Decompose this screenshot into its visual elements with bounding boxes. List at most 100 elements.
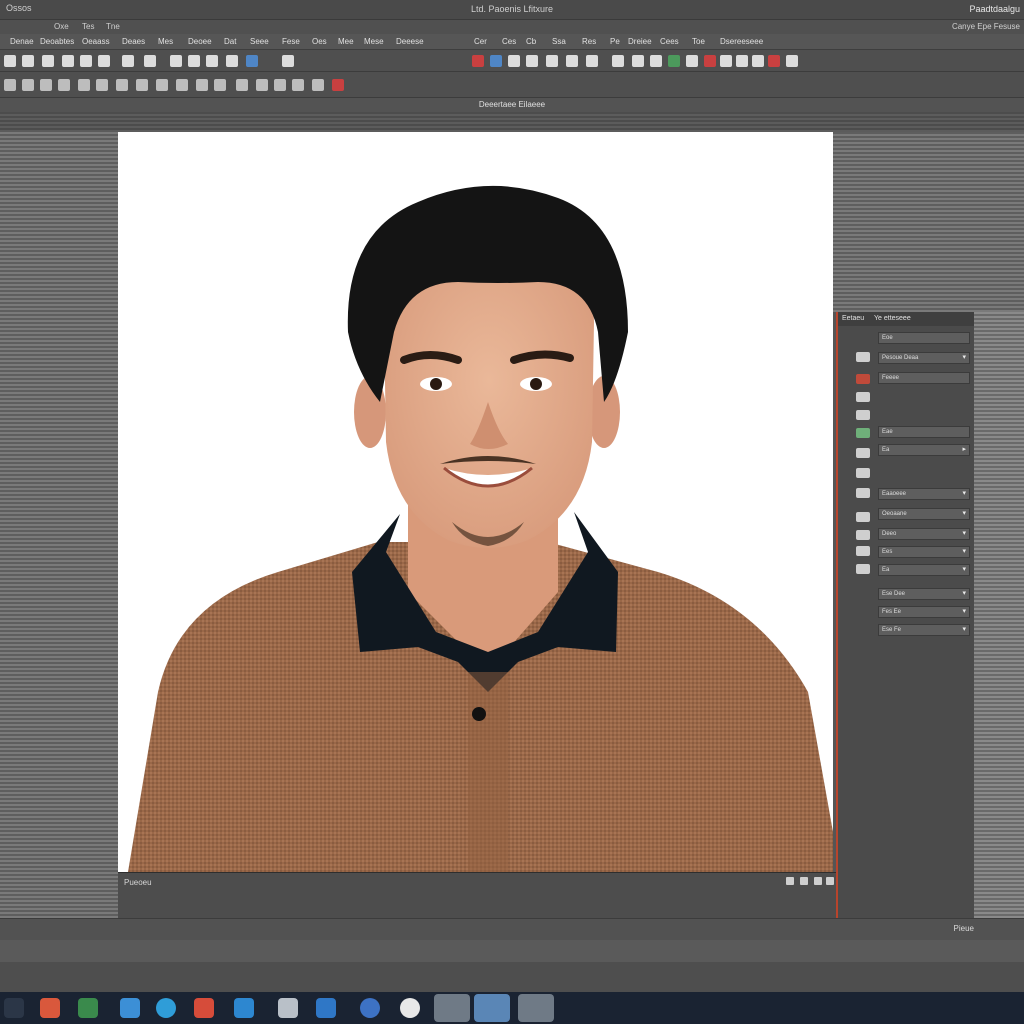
select-icon[interactable]: [188, 55, 200, 67]
image-canvas[interactable]: [118, 132, 833, 872]
tab[interactable]: Deoee: [184, 36, 216, 48]
delete-icon[interactable]: [332, 79, 344, 91]
cut-icon[interactable]: [98, 55, 110, 67]
panel-tool-icon[interactable]: [856, 512, 870, 522]
align-center-icon[interactable]: [22, 79, 34, 91]
panel-field[interactable]: Ees ▾: [878, 546, 970, 558]
panel-field[interactable]: Ese Fe ▾: [878, 624, 970, 636]
panel-tab[interactable]: Eetaeu: [842, 315, 864, 322]
tab[interactable]: Deeese: [392, 36, 428, 48]
history-icon[interactable]: [704, 55, 716, 67]
tab[interactable]: Cees: [656, 36, 683, 48]
tab[interactable]: Oes: [308, 36, 331, 48]
app-icon[interactable]: [40, 998, 60, 1018]
panel-field[interactable]: Eoe: [878, 332, 970, 344]
visibility-icon[interactable]: [236, 79, 248, 91]
start-icon[interactable]: [4, 998, 24, 1018]
crop-icon[interactable]: [144, 55, 156, 67]
align-left-icon[interactable]: [4, 79, 16, 91]
tab[interactable]: Cer: [470, 36, 491, 48]
blend-icon[interactable]: [274, 79, 286, 91]
browser-icon[interactable]: [156, 998, 176, 1018]
tab[interactable]: Seee: [246, 36, 273, 48]
panel-field[interactable]: Ea ▾: [878, 564, 970, 576]
app-icon[interactable]: [316, 998, 336, 1018]
menu-item[interactable]: Tne: [106, 22, 120, 31]
cloud-icon[interactable]: [120, 998, 140, 1018]
status-button-icon[interactable]: [826, 877, 834, 885]
tab[interactable]: Toe: [688, 36, 709, 48]
panel-tool-icon[interactable]: [856, 546, 870, 556]
taskbar-active-app[interactable]: [474, 994, 510, 1022]
flip-icon[interactable]: [96, 79, 108, 91]
taskbar-active-app[interactable]: [518, 994, 554, 1022]
lock-icon[interactable]: [214, 79, 226, 91]
image-icon[interactable]: [508, 55, 520, 67]
panel-field[interactable]: Ea ▸: [878, 444, 970, 456]
move-icon[interactable]: [170, 55, 182, 67]
menu-item[interactable]: Oxe: [54, 22, 69, 31]
globe-icon[interactable]: [246, 55, 258, 67]
paste-icon[interactable]: [80, 55, 92, 67]
hand-icon[interactable]: [752, 55, 764, 67]
panel-field[interactable]: Eae: [878, 426, 970, 438]
mail-icon[interactable]: [234, 998, 254, 1018]
new-icon[interactable]: [4, 55, 16, 67]
duplicate-icon[interactable]: [312, 79, 324, 91]
panel-field[interactable]: Eaaoeee ▾: [878, 488, 970, 500]
tab[interactable]: Deoabtes: [36, 36, 78, 48]
zoom-icon[interactable]: [768, 55, 780, 67]
file-icon[interactable]: [278, 998, 298, 1018]
grid-icon[interactable]: [720, 55, 732, 67]
arrange-icon[interactable]: [78, 79, 90, 91]
menubar-right-label[interactable]: Canye Epe Fesuse: [952, 22, 1020, 31]
chain-icon[interactable]: [196, 79, 208, 91]
tab[interactable]: Dsereeseee: [716, 36, 767, 48]
tab[interactable]: Mes: [154, 36, 177, 48]
browser-icon[interactable]: [360, 998, 380, 1018]
save-icon[interactable]: [42, 55, 54, 67]
tab[interactable]: Res: [578, 36, 600, 48]
link-icon[interactable]: [176, 79, 188, 91]
warp-icon[interactable]: [156, 79, 168, 91]
pen-icon[interactable]: [226, 55, 238, 67]
lasso-icon[interactable]: [586, 55, 598, 67]
bucket-icon[interactable]: [650, 55, 662, 67]
tab[interactable]: Mese: [360, 36, 388, 48]
panel-field[interactable]: Ese Dee ▾: [878, 588, 970, 600]
tab[interactable]: Pe: [606, 36, 624, 48]
panel-tool-icon[interactable]: [856, 428, 870, 438]
panel-tool-icon[interactable]: [856, 488, 870, 498]
tab[interactable]: Ces: [498, 36, 520, 48]
distribute-icon[interactable]: [58, 79, 70, 91]
eyedropper-icon[interactable]: [786, 55, 798, 67]
panel-tool-icon[interactable]: [856, 352, 870, 362]
color-icon[interactable]: [668, 55, 680, 67]
filter-icon[interactable]: [686, 55, 698, 67]
panel-tab[interactable]: Ye etteseee: [874, 315, 911, 322]
status-button-icon[interactable]: [800, 877, 808, 885]
status-button-icon[interactable]: [786, 877, 794, 885]
tab[interactable]: Dreiee: [624, 36, 656, 48]
panel-tool-icon[interactable]: [856, 392, 870, 402]
tab[interactable]: Denae: [6, 36, 38, 48]
panel-field[interactable]: Deeo ▾: [878, 528, 970, 540]
document-tab[interactable]: Deeertaee Eilaeee: [0, 100, 1024, 109]
group-icon[interactable]: [292, 79, 304, 91]
copy-icon[interactable]: [62, 55, 74, 67]
panel-tool-icon[interactable]: [856, 530, 870, 540]
rotate-icon[interactable]: [116, 79, 128, 91]
tab[interactable]: Fese: [278, 36, 304, 48]
panel-field[interactable]: Oeoaane ▾: [878, 508, 970, 520]
tab[interactable]: Deaes: [118, 36, 149, 48]
shape-icon[interactable]: [632, 55, 644, 67]
app-icon[interactable]: [78, 998, 98, 1018]
taskbar-active-app[interactable]: [434, 994, 470, 1022]
frame-icon[interactable]: [282, 55, 294, 67]
wand-icon[interactable]: [566, 55, 578, 67]
tab[interactable]: Mee: [334, 36, 358, 48]
transform-icon[interactable]: [136, 79, 148, 91]
layer-icon[interactable]: [472, 55, 484, 67]
chrome-icon[interactable]: [400, 998, 420, 1018]
tab[interactable]: Ssa: [548, 36, 570, 48]
